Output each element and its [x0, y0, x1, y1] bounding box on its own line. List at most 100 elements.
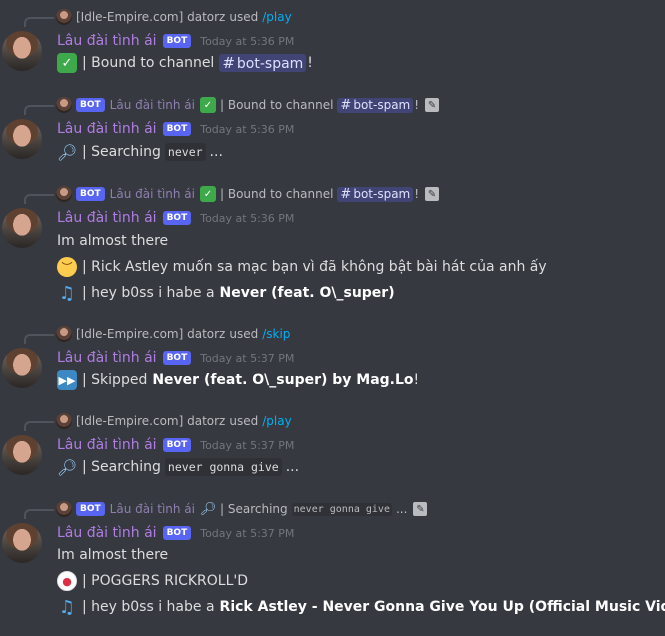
reply-username[interactable]: [Idle-Empire.com] datorz — [76, 10, 225, 24]
song-title: Rick Astley - Never Gonna Give You Up (O… — [219, 599, 665, 615]
reply-reference[interactable]: BOT Lâu đài tình ái 🔎︎ | Searching never… — [56, 500, 428, 518]
edited-icon: ✎ — [425, 98, 440, 112]
reply-command[interactable]: /play — [262, 10, 291, 24]
reply-username[interactable]: Lâu đài tình ái — [110, 187, 195, 201]
channel-name: bot-spam — [236, 56, 304, 72]
reply-reference[interactable]: [Idle-Empire.com] datorz used /play — [56, 8, 292, 26]
inline-code: never — [164, 143, 206, 161]
message-content: 🔎︎ | Searching never ... — [57, 140, 223, 164]
message-header: Lâu đài tình ái BOT Today at 5:36 PM — [57, 31, 294, 51]
message-content: Im almost there — [57, 229, 168, 253]
reply-used-text: used — [229, 327, 259, 341]
reply-text: ... — [395, 502, 408, 516]
message-text: | POGGERS RICKROLL'D — [82, 573, 249, 589]
message-text: | hey b0ss i habe a — [82, 599, 215, 615]
message-header: Lâu đài tình ái BOT Today at 5:37 PM — [57, 435, 294, 455]
avatar[interactable] — [2, 523, 42, 563]
timestamp: Today at 5:36 PM — [200, 122, 295, 136]
message-content: ✓ | Bound to channel # bot-spam ! — [57, 51, 313, 75]
bot-tag: BOT — [162, 34, 192, 48]
bot-tag: BOT — [76, 502, 105, 516]
channel-name: bot-spam — [353, 186, 411, 201]
bot-tag: BOT — [162, 211, 192, 225]
message-content: ♫ | hey b0ss i habe a Never (feat. O\_su… — [57, 281, 395, 305]
reply-text: | Bound to channel — [220, 98, 334, 112]
clown-face-icon: ● — [57, 571, 77, 591]
timestamp: Today at 5:36 PM — [200, 34, 295, 48]
message-content: ︶ | Rick Astley muốn sa mạc bạn vì đã kh… — [57, 255, 547, 279]
check-icon: ✓ — [57, 53, 77, 73]
reply-username[interactable]: [Idle-Empire.com] datorz — [76, 327, 225, 341]
timestamp: Today at 5:37 PM — [200, 526, 295, 540]
username[interactable]: Lâu đài tình ái — [57, 350, 157, 366]
bot-tag: BOT — [76, 98, 105, 112]
reply-command[interactable]: /skip — [262, 327, 290, 341]
bot-tag: BOT — [76, 187, 105, 201]
song-title: Never (feat. O\_super) — [219, 285, 395, 301]
message-text: ... — [209, 144, 223, 160]
reply-used-text: used — [229, 414, 259, 428]
avatar[interactable] — [2, 119, 42, 159]
channel-mention[interactable]: # bot-spam — [219, 54, 307, 72]
username[interactable]: Lâu đài tình ái — [57, 121, 157, 137]
timestamp: Today at 5:36 PM — [200, 211, 295, 225]
message-content: 🔎︎ | Searching never gonna give ... — [57, 455, 299, 479]
username[interactable]: Lâu đài tình ái — [57, 525, 157, 541]
magnifier-icon: 🔎︎ — [56, 142, 78, 162]
message-text: | Searching — [82, 459, 161, 475]
message-header: Lâu đài tình ái BOT Today at 5:37 PM — [57, 348, 294, 368]
reply-text: | Bound to channel — [220, 187, 334, 201]
check-icon: ✓ — [200, 97, 216, 113]
message-content: ♫ | hey b0ss i habe a Rick Astley - Neve… — [57, 595, 665, 619]
message-text: | Skipped — [82, 372, 148, 388]
reply-reference[interactable]: [Idle-Empire.com] datorz used /skip — [56, 325, 290, 343]
message-text: Im almost there — [57, 233, 169, 249]
message-header: Lâu đài tình ái BOT Today at 5:37 PM — [57, 523, 294, 543]
magnifier-icon: 🔎︎ — [199, 501, 217, 517]
channel-mention[interactable]: # bot-spam — [337, 186, 414, 202]
reply-username[interactable]: Lâu đài tình ái — [110, 502, 195, 516]
avatar — [56, 326, 72, 342]
pensive-face-icon: ︶ — [57, 257, 77, 277]
message-content: ● | POGGERS RICKROLL'D — [57, 569, 248, 593]
avatar[interactable] — [2, 348, 42, 388]
channel-mention[interactable]: # bot-spam — [337, 97, 414, 113]
fast-forward-icon: ▶▶ — [57, 370, 77, 390]
message-text: ! — [307, 55, 313, 71]
message-text: Im almost there — [57, 547, 169, 563]
avatar[interactable] — [2, 435, 42, 475]
message-text: ! — [413, 372, 420, 388]
message-header: Lâu đài tình ái BOT Today at 5:36 PM — [57, 208, 294, 228]
bot-tag: BOT — [162, 438, 192, 452]
message-text: | Searching — [82, 144, 161, 160]
avatar — [56, 413, 72, 429]
message-content: ▶▶ | Skipped Never (feat. O\_super) by M… — [57, 368, 419, 392]
message-text: | Rick Astley muốn sa mạc bạn vì đã khôn… — [82, 259, 547, 275]
reply-username[interactable]: [Idle-Empire.com] datorz — [76, 414, 225, 428]
edited-icon: ✎ — [413, 502, 428, 516]
reply-reference[interactable]: BOT Lâu đài tình ái ✓ | Bound to channel… — [56, 185, 440, 203]
musical-notes-icon: ♫ — [58, 282, 76, 304]
message-header: Lâu đài tình ái BOT Today at 5:36 PM — [57, 119, 294, 139]
reply-reference[interactable]: BOT Lâu đài tình ái ✓ | Bound to channel… — [56, 96, 440, 114]
username[interactable]: Lâu đài tình ái — [57, 33, 157, 49]
reply-username[interactable]: Lâu đài tình ái — [110, 98, 195, 112]
inline-code: never gonna give — [164, 458, 282, 476]
reply-command[interactable]: /play — [262, 414, 291, 428]
bot-tag: BOT — [162, 122, 192, 136]
check-icon: ✓ — [200, 186, 216, 202]
bot-tag: BOT — [162, 526, 192, 540]
musical-notes-icon: ♫ — [58, 596, 76, 618]
username[interactable]: Lâu đài tình ái — [57, 210, 157, 226]
avatar[interactable] — [2, 208, 42, 248]
reply-reference[interactable]: [Idle-Empire.com] datorz used /play — [56, 412, 292, 430]
reply-text: ! — [414, 98, 420, 112]
avatar — [56, 186, 72, 202]
username[interactable]: Lâu đài tình ái — [57, 437, 157, 453]
edited-icon: ✎ — [425, 187, 440, 201]
message-text: | hey b0ss i habe a — [82, 285, 215, 301]
reply-text: ! — [414, 187, 420, 201]
avatar — [56, 501, 72, 517]
song-title: Never (feat. O\_super) by Mag.Lo — [152, 372, 414, 388]
avatar[interactable] — [2, 31, 42, 71]
